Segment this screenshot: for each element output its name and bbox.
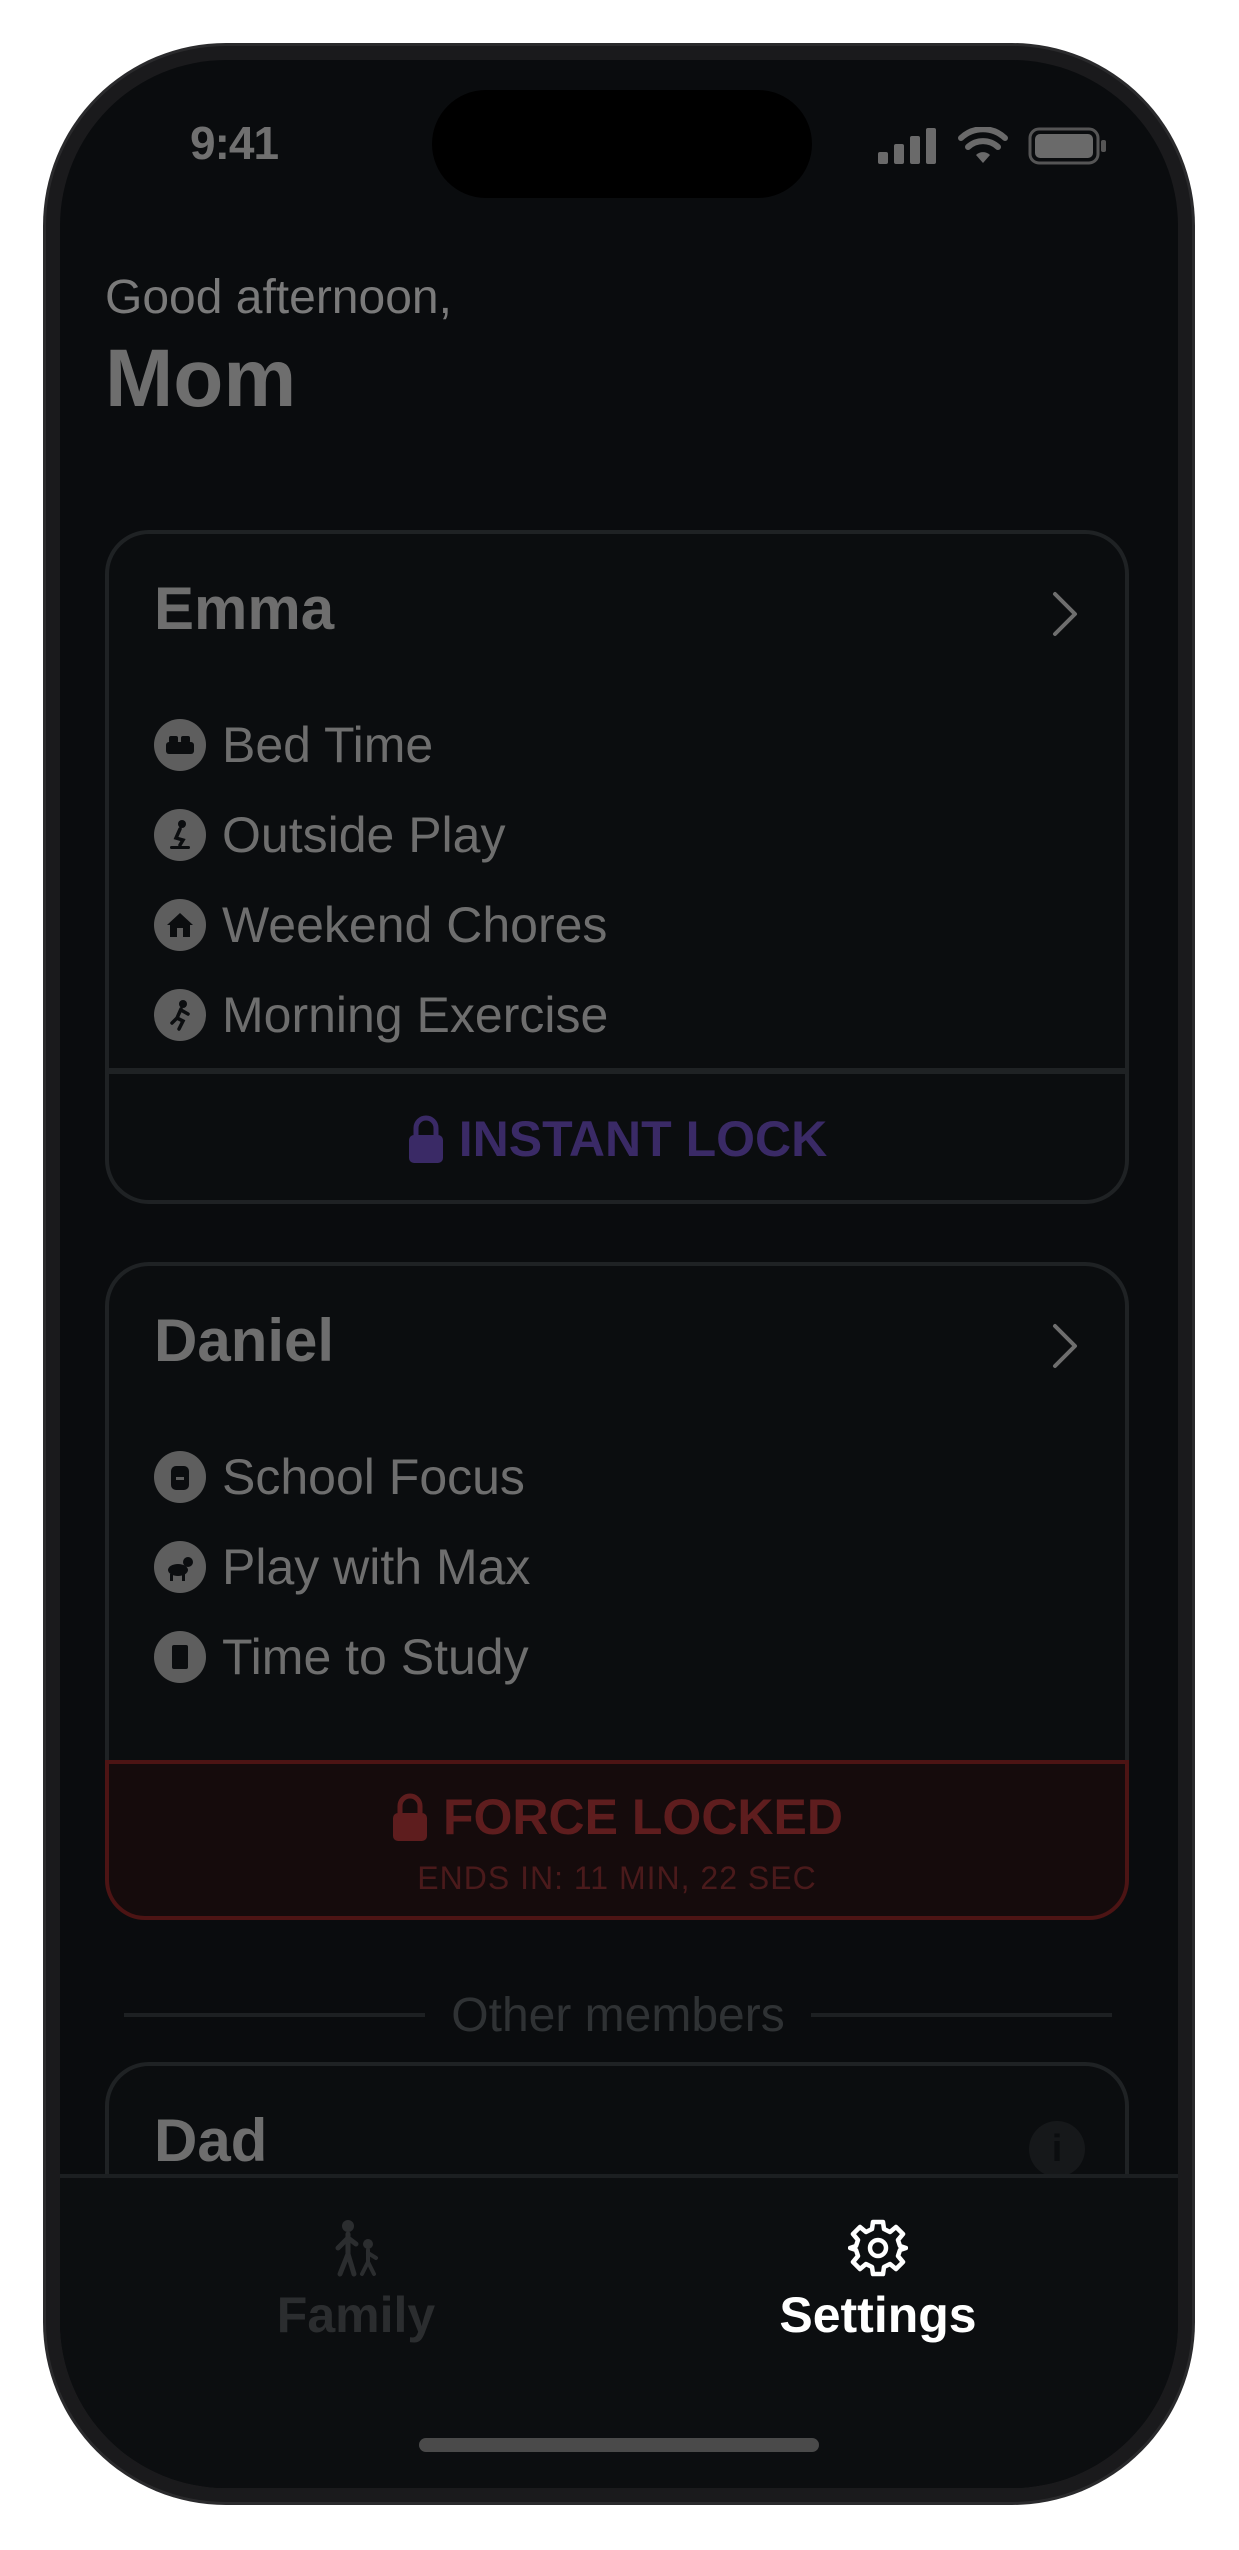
dynamic-island (432, 90, 812, 198)
info-icon[interactable]: i (1029, 2121, 1085, 2177)
battery-icon (1028, 127, 1106, 165)
item-label: Outside Play (222, 807, 506, 863)
tab-label: Settings (779, 2287, 977, 2343)
item-label: Weekend Chores (222, 897, 608, 953)
member-name: Dad (154, 2107, 268, 2174)
chevron-right-icon (1053, 1324, 1077, 1368)
tab-settings[interactable]: Settings (728, 2218, 1028, 2344)
lock-icon (393, 1793, 427, 1841)
force-locked-title: FORCE LOCKED (109, 1788, 1125, 1846)
home-indicator[interactable] (419, 2438, 819, 2452)
status-time: 9:41 (190, 117, 279, 169)
list-item[interactable]: School Focus (154, 1432, 1085, 1522)
divider (810, 2013, 1113, 2017)
cellular-signal-icon (878, 128, 936, 164)
member-card-emma[interactable]: Emma Bed Time Outside Play Weekend Chore… (105, 530, 1129, 1204)
book-icon (154, 1631, 206, 1683)
list-item[interactable]: Weekend Chores (154, 880, 1085, 970)
running-icon (154, 989, 206, 1041)
member-name: Emma (154, 575, 335, 642)
item-label: School Focus (222, 1449, 525, 1505)
list-item[interactable]: Play with Max (154, 1522, 1085, 1612)
family-icon (335, 2220, 378, 2277)
user-name: Mom (105, 333, 297, 424)
schedule-list: Bed Time Outside Play Weekend Chores Mor… (154, 700, 1085, 1060)
screen: 9:41 Good afternoon, Mom Emma Bed Time O… (60, 60, 1178, 2488)
schedule-list: School Focus Play with Max Time to Study (154, 1432, 1085, 1702)
backpack-icon (154, 1451, 206, 1503)
item-label: Play with Max (222, 1539, 531, 1595)
gear-icon (848, 2219, 908, 2277)
greeting-text: Good afternoon, (105, 271, 452, 324)
item-label: Bed Time (222, 717, 434, 773)
wifi-icon (958, 127, 1008, 163)
phone-frame: 9:41 Good afternoon, Mom Emma Bed Time O… (46, 46, 1192, 2502)
item-label: Morning Exercise (222, 987, 609, 1043)
instant-lock-button[interactable]: INSTANT LOCK (109, 1074, 1125, 1200)
list-item[interactable]: Morning Exercise (154, 970, 1085, 1060)
item-label: Time to Study (222, 1629, 529, 1685)
force-locked-timer: ENDS IN: 11 MIN, 22 SEC (417, 1860, 817, 1896)
other-members-separator: Other members (124, 1985, 1113, 2045)
tab-family[interactable]: Family (206, 2218, 506, 2344)
list-item[interactable]: Outside Play (154, 790, 1085, 880)
dog-icon (154, 1541, 206, 1593)
member-name: Daniel (154, 1307, 335, 1374)
chevron-right-icon (1053, 592, 1077, 636)
tab-label: Family (276, 2287, 436, 2343)
status-icons (878, 122, 1108, 170)
section-label: Other members (451, 1988, 785, 2042)
house-icon (154, 899, 206, 951)
force-locked-label: FORCE LOCKED (443, 1789, 843, 1845)
lock-icon (408, 1115, 443, 1163)
instant-lock-label: INSTANT LOCK (458, 1111, 828, 1167)
list-item[interactable]: Time to Study (154, 1612, 1085, 1702)
force-locked-banner[interactable]: FORCE LOCKED ENDS IN: 11 MIN, 22 SEC (105, 1760, 1129, 1920)
skateboard-icon (154, 809, 206, 861)
divider (124, 2013, 426, 2017)
list-item[interactable]: Bed Time (154, 700, 1085, 790)
member-card-daniel[interactable]: Daniel School Focus Play with Max Time t… (105, 1262, 1129, 1782)
bed-icon (154, 719, 206, 771)
